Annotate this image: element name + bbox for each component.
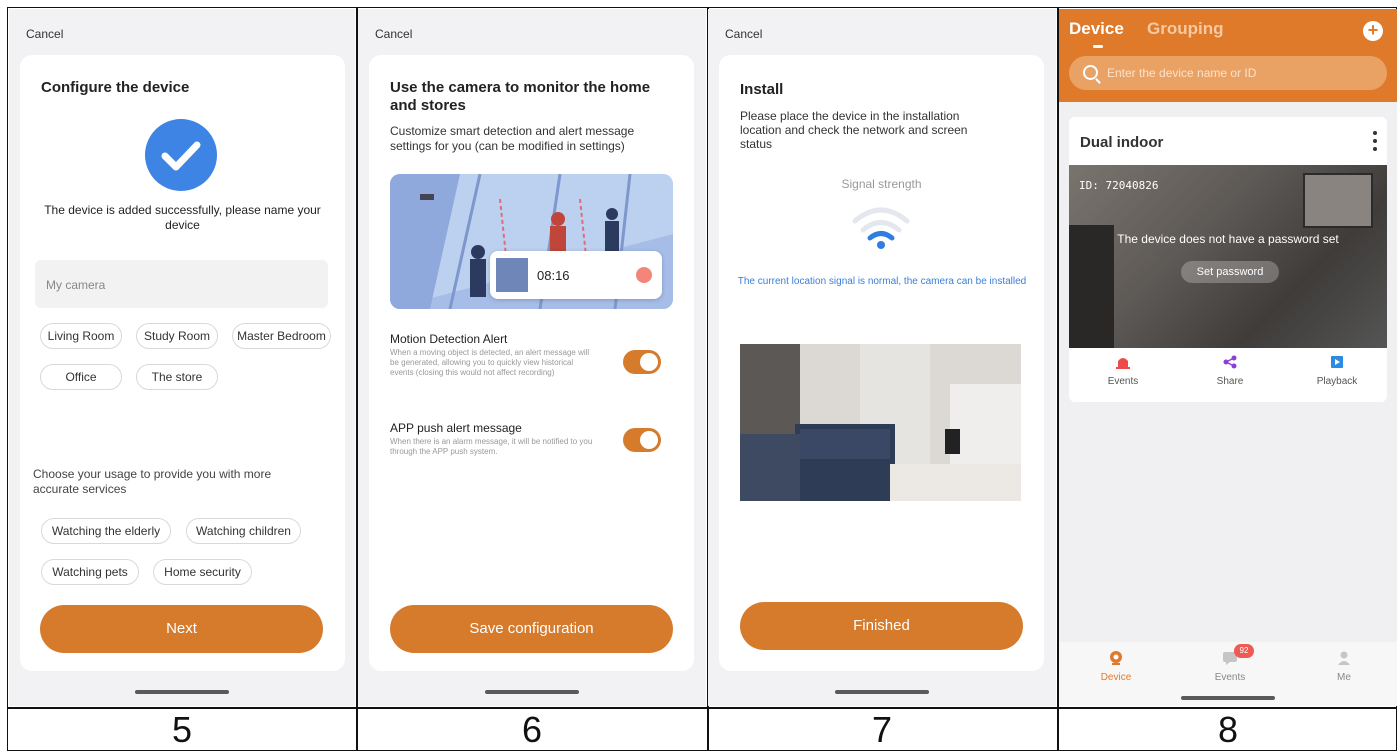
next-button[interactable]: Next [40, 605, 323, 653]
device-name-placeholder: My camera [46, 278, 106, 292]
screen-install: Cancel Install Please place the device i… [708, 9, 1056, 706]
bottom-navigation: Device Events 92 Me [1059, 642, 1397, 706]
check-circle-icon [145, 119, 217, 191]
device-card[interactable]: Dual indoor ID: 72040826 The device does… [1069, 117, 1387, 402]
step-number-7: 7 [871, 709, 893, 750]
push-alert-toggle[interactable] [623, 428, 661, 452]
nav-events[interactable]: Events 92 [1190, 644, 1270, 683]
running-person-icon [636, 267, 652, 283]
share-action-label: Share [1216, 376, 1244, 387]
share-icon [1223, 355, 1237, 369]
home-indicator [135, 690, 229, 694]
event-popup: 08:16 [490, 251, 662, 299]
motion-alert-toggle[interactable] [623, 350, 661, 374]
event-thumbnail [496, 258, 528, 292]
usage-prompt: Choose your usage to provide you with mo… [33, 467, 272, 496]
screen-device-list: Device Grouping + Enter the device name … [1059, 9, 1397, 706]
cancel-link[interactable]: Cancel [26, 27, 63, 41]
events-action[interactable]: Events [1083, 355, 1163, 387]
step-number-6: 6 [521, 709, 543, 750]
step-number-8: 8 [1217, 709, 1239, 750]
search-placeholder: Enter the device name or ID [1107, 66, 1257, 80]
home-indicator [1181, 696, 1275, 700]
search-icon [1083, 65, 1098, 80]
device-search-input[interactable]: Enter the device name or ID [1069, 56, 1387, 90]
events-count-badge: 92 [1234, 644, 1254, 658]
finished-button[interactable]: Finished [740, 602, 1023, 650]
active-tab-indicator [1093, 45, 1103, 48]
cancel-link[interactable]: Cancel [725, 27, 762, 41]
camera-icon [1110, 651, 1122, 665]
push-alert-description: When there is an alarm message, it will … [390, 437, 593, 456]
monitoring-illustration: 08:16 [390, 174, 673, 309]
chip-the-store[interactable]: The store [136, 364, 218, 390]
screen-smart-detection: Cancel Use the camera to monitor the hom… [358, 9, 706, 706]
install-card: Install Please place the device in the i… [719, 55, 1044, 671]
event-time: 08:16 [537, 268, 570, 283]
signal-status: The current location signal is normal, t… [737, 276, 1027, 287]
success-message: The device is added successfully, please… [44, 203, 321, 232]
app-header: Device Grouping + Enter the device name … [1059, 9, 1397, 102]
chip-master-bedroom[interactable]: Master Bedroom [232, 323, 331, 349]
nav-me[interactable]: Me [1304, 650, 1384, 683]
home-indicator [835, 690, 929, 694]
device-name-input[interactable]: My camera [35, 260, 328, 308]
configure-card: Configure the device The device is added… [20, 55, 345, 671]
playback-action[interactable]: Playback [1297, 355, 1377, 387]
cancel-link[interactable]: Cancel [375, 27, 412, 41]
alarm-icon [1116, 358, 1130, 369]
chip-watching-elderly[interactable]: Watching the elderly [41, 518, 171, 544]
motion-alert-title: Motion Detection Alert [390, 332, 508, 346]
playback-icon [1331, 356, 1343, 368]
add-device-icon[interactable]: + [1363, 21, 1383, 41]
nav-events-label: Events [1214, 672, 1246, 683]
home-indicator [485, 690, 579, 694]
chip-watching-children[interactable]: Watching children [186, 518, 301, 544]
nav-device-label: Device [1100, 672, 1132, 683]
save-configuration-button[interactable]: Save configuration [390, 605, 673, 653]
nav-me-label: Me [1337, 672, 1351, 683]
share-action[interactable]: Share [1190, 355, 1270, 387]
nav-device[interactable]: Device [1076, 650, 1156, 683]
wifi-signal-icon [851, 205, 911, 251]
device-actions: Events Share Playback [1069, 355, 1387, 399]
motion-alert-description: When a moving object is detected, an ale… [390, 348, 590, 377]
chip-study-room[interactable]: Study Room [136, 323, 218, 349]
more-options-icon[interactable] [1373, 131, 1377, 155]
signal-strength-label: Signal strength [841, 177, 922, 191]
chip-office[interactable]: Office [40, 364, 122, 390]
no-password-message: The device does not have a password set [1117, 232, 1339, 246]
tab-grouping[interactable]: Grouping [1147, 19, 1223, 39]
events-action-label: Events [1107, 376, 1139, 387]
chip-home-security[interactable]: Home security [153, 559, 252, 585]
wall-picture [1303, 173, 1373, 228]
detection-card: Use the camera to monitor the home and s… [369, 55, 694, 671]
install-description: Please place the device in the installat… [740, 109, 968, 151]
playback-action-label: Playback [1316, 376, 1358, 387]
page-title: Configure the device [41, 79, 190, 96]
push-alert-title: APP push alert message [390, 421, 522, 435]
camera-feed[interactable]: ID: 72040826 The device does not have a … [1069, 165, 1387, 348]
set-password-button[interactable]: Set password [1181, 261, 1279, 283]
camera-preview [740, 344, 1021, 501]
device-name: Dual indoor [1080, 134, 1164, 151]
person-icon [1338, 651, 1350, 665]
screen-configure-device: Cancel Configure the device The device i… [9, 9, 355, 706]
tab-device[interactable]: Device [1069, 19, 1124, 39]
page-title: Install [740, 81, 784, 98]
chip-watching-pets[interactable]: Watching pets [41, 559, 139, 585]
page-subtitle: Customize smart detection and alert mess… [390, 124, 635, 153]
chip-living-room[interactable]: Living Room [40, 323, 122, 349]
device-id: ID: 72040826 [1079, 179, 1159, 192]
page-title: Use the camera to monitor the home and s… [390, 79, 651, 114]
step-number-5: 5 [171, 709, 193, 750]
